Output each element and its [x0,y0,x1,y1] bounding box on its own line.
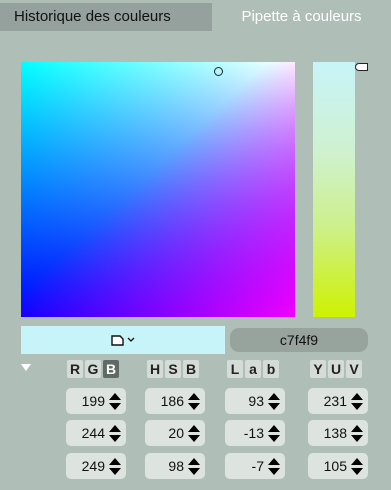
letter-v[interactable]: V [346,360,362,378]
stepper-value[interactable]: -13 [225,425,267,441]
stepper-arrows[interactable] [267,392,281,410]
current-color-swatch[interactable] [21,326,225,354]
color-field-gradient [21,62,295,317]
rgb-r-stepper[interactable]: 199 [66,388,126,414]
lab-a-stepper[interactable]: -13 [225,420,285,446]
stepper-value[interactable]: 138 [308,425,350,441]
stepper-arrows[interactable] [267,457,281,475]
stepper-value[interactable]: 244 [66,425,108,441]
letter-b-lab[interactable]: b [263,360,279,378]
letter-a[interactable]: a [245,360,261,378]
yuv-v-stepper[interactable]: 105 [308,453,368,479]
stepper-arrows[interactable] [187,424,201,442]
document-dropdown-icon[interactable] [111,334,135,346]
stepper-value[interactable]: 20 [145,425,187,441]
stepper-value[interactable]: 105 [308,458,350,474]
rgb-b-stepper[interactable]: 249 [66,453,126,479]
stepper-arrows[interactable] [267,424,281,442]
color-field-cursor[interactable] [214,67,223,76]
lab-l-stepper[interactable]: 93 [225,388,285,414]
letter-r[interactable]: R [67,360,83,378]
lab-letters: L a b [227,360,279,378]
stepper-arrows[interactable] [108,457,122,475]
yuv-u-stepper[interactable]: 138 [308,420,368,446]
letter-h[interactable]: H [147,360,163,378]
color-slider-handle[interactable] [355,63,368,71]
letter-u[interactable]: U [328,360,344,378]
letter-b[interactable]: B [103,360,119,378]
tab-color-picker[interactable]: Pipette à couleurs [212,3,391,31]
stepper-arrows[interactable] [350,457,364,475]
hsb-s-stepper[interactable]: 20 [145,420,205,446]
tab-history[interactable]: Historique des couleurs [0,3,212,31]
yuv-y-stepper[interactable]: 231 [308,388,368,414]
hsb-h-stepper[interactable]: 186 [145,388,205,414]
hex-value-field[interactable]: c7f4f9 [230,328,368,352]
stepper-value[interactable]: 199 [66,393,108,409]
stepper-arrows[interactable] [108,424,122,442]
stepper-value[interactable]: 186 [145,393,187,409]
stepper-value[interactable]: -7 [225,458,267,474]
stepper-value[interactable]: 249 [66,458,108,474]
letter-l[interactable]: L [227,360,243,378]
lab-b-stepper[interactable]: -7 [225,453,285,479]
color-slider[interactable] [313,62,355,317]
stepper-value[interactable]: 98 [145,458,187,474]
letter-g[interactable]: G [85,360,101,378]
stepper-arrows[interactable] [350,392,364,410]
letter-s[interactable]: S [165,360,181,378]
stepper-value[interactable]: 93 [225,393,267,409]
letter-y[interactable]: Y [310,360,326,378]
letter-b-brightness[interactable]: B [183,360,199,378]
stepper-arrows[interactable] [108,392,122,410]
stepper-arrows[interactable] [350,424,364,442]
stepper-value[interactable]: 231 [308,393,350,409]
yuv-letters: Y U V [310,360,362,378]
rgb-g-stepper[interactable]: 244 [66,420,126,446]
color-field[interactable] [21,62,295,317]
hsb-letters: H S B [147,360,199,378]
stepper-arrows[interactable] [187,392,201,410]
hsb-b-stepper[interactable]: 98 [145,453,205,479]
rgb-letters: R G B [67,360,119,378]
triangle-down-icon[interactable] [21,364,31,371]
color-panel: Historique des couleurs Pipette à couleu… [0,0,391,490]
stepper-arrows[interactable] [187,457,201,475]
